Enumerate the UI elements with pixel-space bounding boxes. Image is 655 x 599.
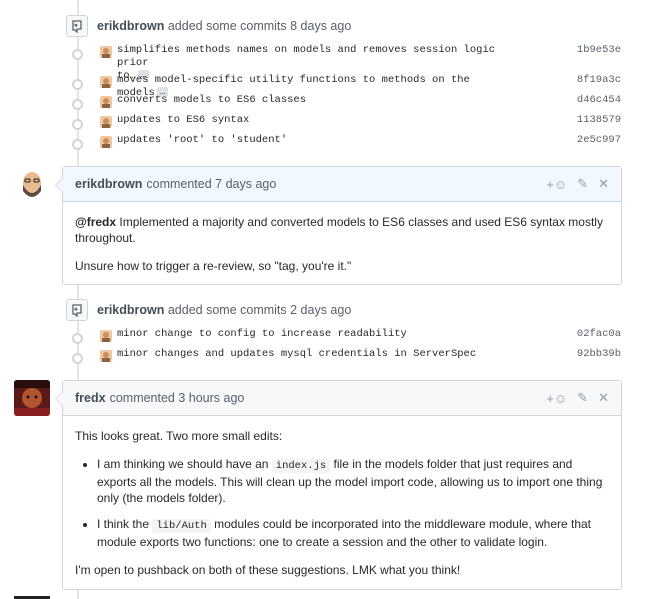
- commit-row: updates to ES6 syntax 1138579: [72, 114, 621, 134]
- close-icon[interactable]: ✕: [598, 176, 609, 192]
- comment-paragraph: Unsure how to trigger a re-review, so "t…: [75, 259, 352, 273]
- avatar[interactable]: [100, 96, 112, 108]
- comment-paragraph: This looks great. Two more small edits:: [75, 429, 283, 443]
- commits-event-header: erikdbrown added some commits 2 days ago: [97, 303, 351, 317]
- commit-row: converts models to ES6 classes d46c454: [72, 94, 621, 114]
- commit-sha[interactable]: 1138579: [577, 114, 621, 126]
- commit-sha[interactable]: 92bb39b: [577, 348, 621, 360]
- comment-paragraph: I'm open to pushback on both of these su…: [75, 563, 461, 577]
- event-author[interactable]: erikdbrown: [97, 303, 164, 317]
- comment-meta[interactable]: commented 7 days ago: [146, 177, 276, 191]
- commits-event-header: erikdbrown added some commits 8 days ago: [97, 19, 351, 33]
- comment-actions: +☺ ✎ ✕: [546, 176, 609, 192]
- suggestion-list: I am thinking we should have an index.js…: [97, 456, 609, 550]
- comment-header: erikdbrown commented 7 days ago +☺ ✎ ✕: [63, 167, 621, 202]
- timeline-line: [77, 590, 79, 599]
- event-text: added some commits 2 days ago: [167, 303, 352, 317]
- avatar[interactable]: [100, 350, 112, 362]
- comment-paragraph: @fredx Implemented a majority and conver…: [75, 215, 603, 245]
- commit-row: updates 'root' to 'student' 2e5c997: [72, 134, 621, 154]
- list-item: I am thinking we should have an index.js…: [97, 456, 609, 506]
- user-mention[interactable]: @fredx: [75, 215, 116, 229]
- avatar[interactable]: [100, 116, 112, 128]
- commit-message[interactable]: converts models to ES6 classes: [117, 94, 507, 107]
- close-icon[interactable]: ✕: [598, 390, 609, 406]
- add-reaction-icon[interactable]: +☺: [546, 391, 567, 406]
- commit-dot: [72, 139, 83, 150]
- commit-sha[interactable]: 8f19a3c: [577, 74, 621, 86]
- avatar[interactable]: [100, 76, 112, 88]
- repo-push-icon: [66, 15, 88, 37]
- commit-dot: [72, 79, 83, 90]
- commit-sha[interactable]: 1b9e53e: [577, 44, 621, 56]
- inline-code: lib/Auth: [152, 519, 211, 533]
- avatar[interactable]: [100, 46, 112, 58]
- commit-row: moves model-specific utility functions t…: [72, 74, 621, 99]
- avatar[interactable]: [100, 136, 112, 148]
- commit-message[interactable]: minor change to config to increase reada…: [117, 328, 507, 341]
- comment: erikdbrown commented 7 days ago +☺ ✎ ✕ @…: [55, 166, 622, 286]
- commit-message[interactable]: minor changes and updates mysql credenti…: [117, 348, 507, 361]
- add-reaction-icon[interactable]: +☺: [546, 177, 567, 192]
- commit-dot: [72, 119, 83, 130]
- avatar[interactable]: [100, 330, 112, 342]
- event-author[interactable]: erikdbrown: [97, 19, 164, 33]
- commit-row: simplifies methods names on models and r…: [72, 44, 621, 82]
- comment-header: fredx commented 3 hours ago +☺ ✎ ✕: [63, 381, 621, 416]
- avatar[interactable]: [14, 380, 50, 416]
- avatar[interactable]: [14, 167, 50, 203]
- commit-row: minor change to config to increase reada…: [72, 328, 621, 348]
- edit-icon[interactable]: ✎: [577, 176, 588, 192]
- comment: fredx commented 3 hours ago +☺ ✎ ✕ This …: [55, 380, 622, 590]
- list-item: I think the lib/Auth modules could be in…: [97, 516, 609, 550]
- event-text: added some commits 8 days ago: [167, 19, 352, 33]
- commit-message[interactable]: updates 'root' to 'student': [117, 134, 507, 147]
- commit-sha[interactable]: 2e5c997: [577, 134, 621, 146]
- commit-sha[interactable]: 02fac0a: [577, 328, 621, 340]
- commit-message[interactable]: updates to ES6 syntax: [117, 114, 507, 127]
- comment-body: This looks great. Two more small edits: …: [63, 416, 621, 590]
- comment-actions: +☺ ✎ ✕: [546, 390, 609, 406]
- commit-dot: [72, 99, 83, 110]
- comment-author[interactable]: fredx: [75, 391, 106, 405]
- comment-meta[interactable]: commented 3 hours ago: [110, 391, 245, 405]
- comment-body: @fredx Implemented a majority and conver…: [63, 202, 621, 286]
- commit-dot: [72, 353, 83, 364]
- inline-code: index.js: [271, 459, 331, 473]
- commit-dot: [72, 49, 83, 60]
- commit-sha[interactable]: d46c454: [577, 94, 621, 106]
- commit-dot: [72, 333, 83, 344]
- edit-icon[interactable]: ✎: [577, 390, 588, 406]
- commit-row: minor changes and updates mysql credenti…: [72, 348, 621, 368]
- comment-author[interactable]: erikdbrown: [75, 177, 142, 191]
- repo-push-icon: [66, 299, 88, 321]
